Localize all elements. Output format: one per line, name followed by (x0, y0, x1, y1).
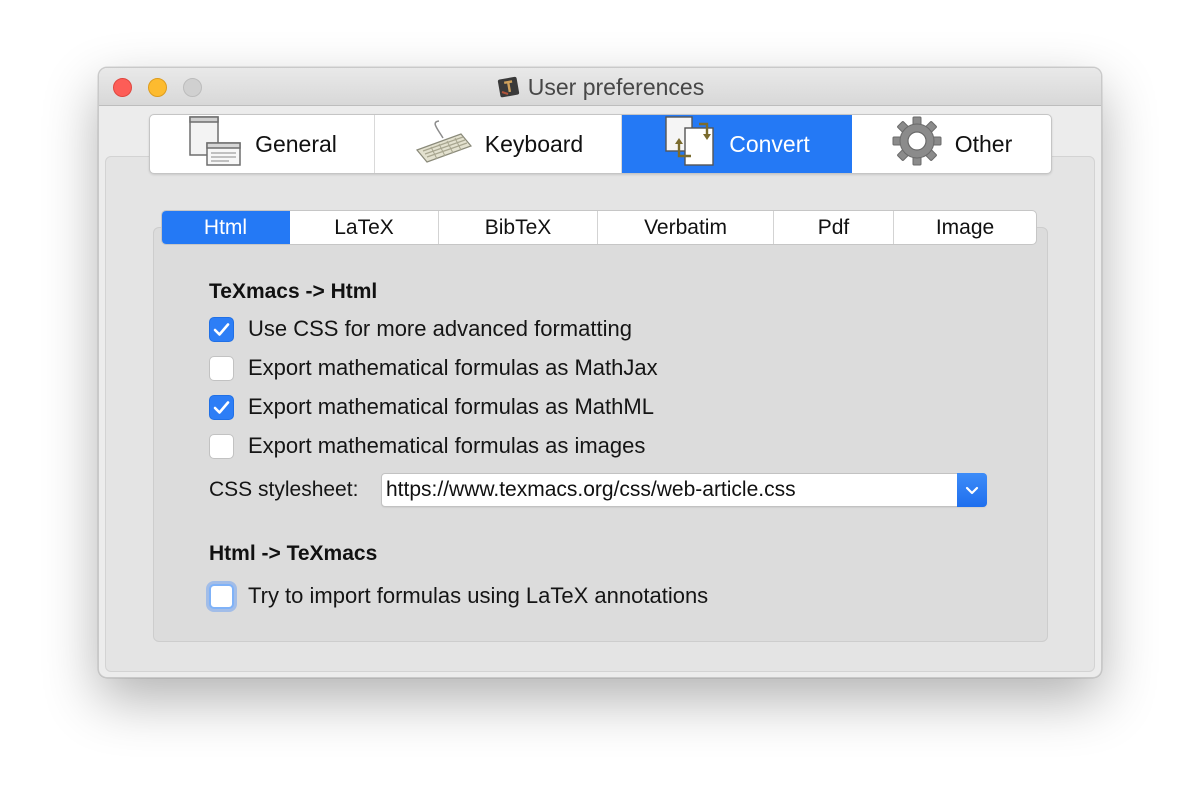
window-title-text: User preferences (527, 74, 705, 100)
css-dropdown-button[interactable] (957, 473, 987, 507)
convert-document-icon (663, 115, 717, 173)
title-bar[interactable]: User preferences (99, 68, 1101, 106)
window-layout-icon (187, 115, 243, 173)
css-stylesheet-label: CSS stylesheet: (209, 478, 359, 501)
tab-convert[interactable]: Convert (622, 115, 852, 173)
option-import-latex-annotations[interactable]: Try to import formulas using LaTeX annot… (209, 583, 708, 609)
option-export-mathjax[interactable]: Export mathematical formulas as MathJax (209, 355, 658, 381)
tab-general[interactable]: General (150, 115, 375, 173)
import-latex-annotations-checkbox[interactable] (209, 583, 234, 609)
checkmark-icon (213, 400, 230, 414)
css-stylesheet-combobox[interactable]: https://www.texmacs.org/css/web-article.… (381, 473, 987, 507)
tab-pdf[interactable]: Pdf (774, 211, 894, 244)
export-mathjax-label: Export mathematical formulas as MathJax (248, 355, 658, 380)
gear-icon (891, 115, 943, 173)
keyboard-icon (413, 118, 473, 170)
tab-convert-label: Convert (729, 130, 810, 157)
tab-bibtex[interactable]: BibTeX (439, 211, 598, 244)
format-tab-bar: Html LaTeX BibTeX Verbatim Pdf Image (161, 210, 1037, 245)
use-css-checkbox[interactable] (209, 316, 234, 342)
preferences-window: User preferences General Keyboard Conver… (98, 67, 1102, 678)
export-section-title: TeXmacs -> Html (209, 280, 378, 303)
export-images-label: Export mathematical formulas as images (248, 433, 646, 458)
css-stylesheet-row: CSS stylesheet: https://www.texmacs.org/… (209, 473, 987, 507)
main-tab-bar: General Keyboard Convert Other (149, 114, 1052, 174)
option-use-css[interactable]: Use CSS for more advanced formatting (209, 316, 632, 342)
option-export-mathml[interactable]: Export mathematical formulas as MathML (209, 394, 654, 420)
export-mathml-checkbox[interactable] (209, 394, 234, 420)
tab-image[interactable]: Image (894, 211, 1036, 244)
use-css-label: Use CSS for more advanced formatting (248, 316, 632, 341)
tab-keyboard-label: Keyboard (484, 130, 584, 157)
window-title: User preferences (99, 74, 1101, 105)
tab-latex[interactable]: LaTeX (290, 211, 439, 244)
css-stylesheet-value: https://www.texmacs.org/css/web-article.… (386, 478, 796, 501)
tab-verbatim[interactable]: Verbatim (598, 211, 774, 244)
import-latex-annotations-label: Try to import formulas using LaTeX annot… (248, 583, 709, 608)
texmacs-app-icon (496, 75, 522, 105)
export-mathjax-checkbox[interactable] (209, 355, 234, 381)
tab-general-label: General (255, 130, 337, 157)
chevron-down-icon (965, 486, 979, 494)
tab-other-label: Other (954, 130, 1013, 157)
option-export-images[interactable]: Export mathematical formulas as images (209, 433, 645, 459)
export-images-checkbox[interactable] (209, 433, 234, 459)
export-mathml-label: Export mathematical formulas as MathML (248, 394, 654, 419)
import-section-title: Html -> TeXmacs (209, 542, 378, 565)
tab-other[interactable]: Other (852, 115, 1051, 173)
tab-keyboard[interactable]: Keyboard (375, 115, 622, 173)
checkmark-icon (213, 322, 230, 336)
tab-html[interactable]: Html (162, 211, 290, 244)
